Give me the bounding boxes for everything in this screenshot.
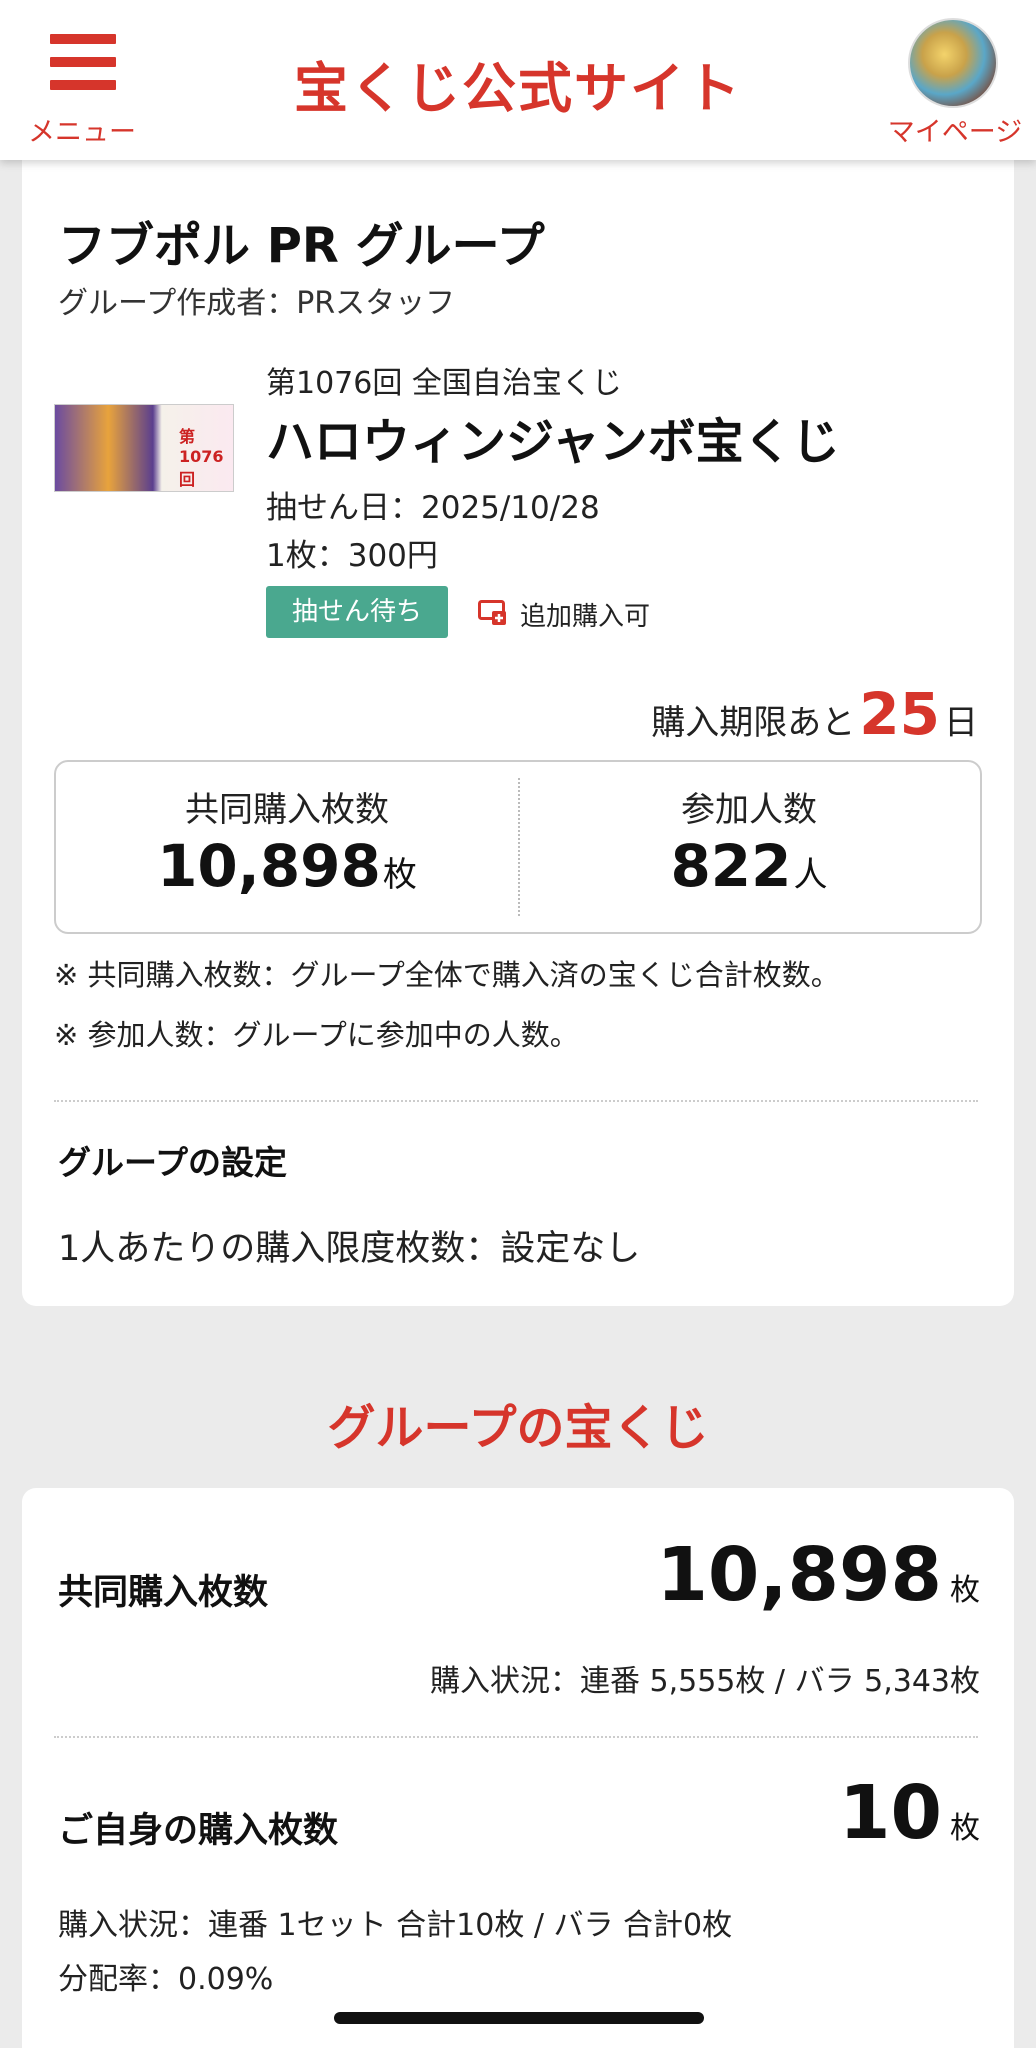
mypage-label: マイページ (887, 117, 1023, 148)
joint-purchase-breakdown: 購入状況：連番 5,555枚 / バラ 5,343枚 (429, 1664, 980, 1699)
divider (54, 1100, 978, 1102)
mypage-button[interactable]: マイページ (880, 14, 1030, 148)
joint-purchase-value: 10,898枚 (157, 832, 417, 900)
group-lottery-card: 共同購入枚数 10,898 枚 購入状況：連番 5,555枚 / バラ 5,343… (22, 1488, 1014, 2048)
ticket-image: 第1076回 (54, 404, 234, 492)
divider (54, 1736, 978, 1738)
own-purchase-label: ご自身の購入枚数 (58, 1811, 339, 1851)
members-value: 822人 (670, 832, 828, 900)
group-creator: グループ作成者：PRスタッフ (58, 286, 456, 321)
status-badge: 抽せん待ち (266, 586, 448, 638)
joint-purchase-label: 共同購入枚数 (185, 790, 389, 830)
lottery-name: ハロウィンジャンボ宝くじ (266, 414, 840, 470)
group-name: フブポル PR グループ (58, 218, 545, 274)
add-purchase-label: 追加購入可 (520, 602, 651, 632)
distribution-rate: 分配率：0.09% (58, 1962, 274, 1997)
add-cart-icon (478, 600, 506, 625)
app-header: メニュー 宝くじ公式サイト マイページ (0, 0, 1036, 160)
section-title-group-lottery: グループの宝くじ (327, 1400, 709, 1456)
joint-purchase-stat: 共同購入枚数 10,898枚 (56, 762, 518, 932)
members-label: 参加人数 (681, 790, 817, 830)
joint-purchase-count-value: 10,898 枚 (656, 1532, 980, 1618)
ticket-price: 1枚：300円 (266, 538, 438, 574)
avatar (908, 18, 998, 108)
home-indicator[interactable] (334, 2012, 704, 2024)
own-purchase-breakdown: 購入状況：連番 1セット 合計10枚 / バラ 合計0枚 (58, 1908, 733, 1943)
draw-date: 抽せん日：2025/10/28 (266, 490, 600, 526)
stats-box: 共同購入枚数 10,898枚 参加人数 822人 (54, 760, 982, 934)
note-members: ※ 参加人数：グループに参加中の人数。 (54, 1018, 579, 1052)
own-purchase-value: 10 枚 (839, 1770, 980, 1856)
note-joint-purchase: ※ 共同購入枚数：グループ全体で購入済の宝くじ合計枚数。 (54, 958, 840, 992)
lottery-round: 第1076回 全国自治宝くじ (266, 366, 622, 401)
members-stat: 参加人数 822人 (518, 762, 980, 932)
settings-title: グループの設定 (58, 1143, 288, 1182)
purchase-deadline: 購入期限あと25 日 (651, 680, 978, 748)
joint-purchase-count-label: 共同購入枚数 (58, 1573, 269, 1613)
group-info-card: フブポル PR グループ グループ作成者：PRスタッフ 第1076回 第1076… (22, 140, 1014, 1306)
deadline-days: 25 (859, 680, 940, 748)
purchase-limit: 1人あたりの購入限度枚数：設定なし (58, 1229, 641, 1269)
